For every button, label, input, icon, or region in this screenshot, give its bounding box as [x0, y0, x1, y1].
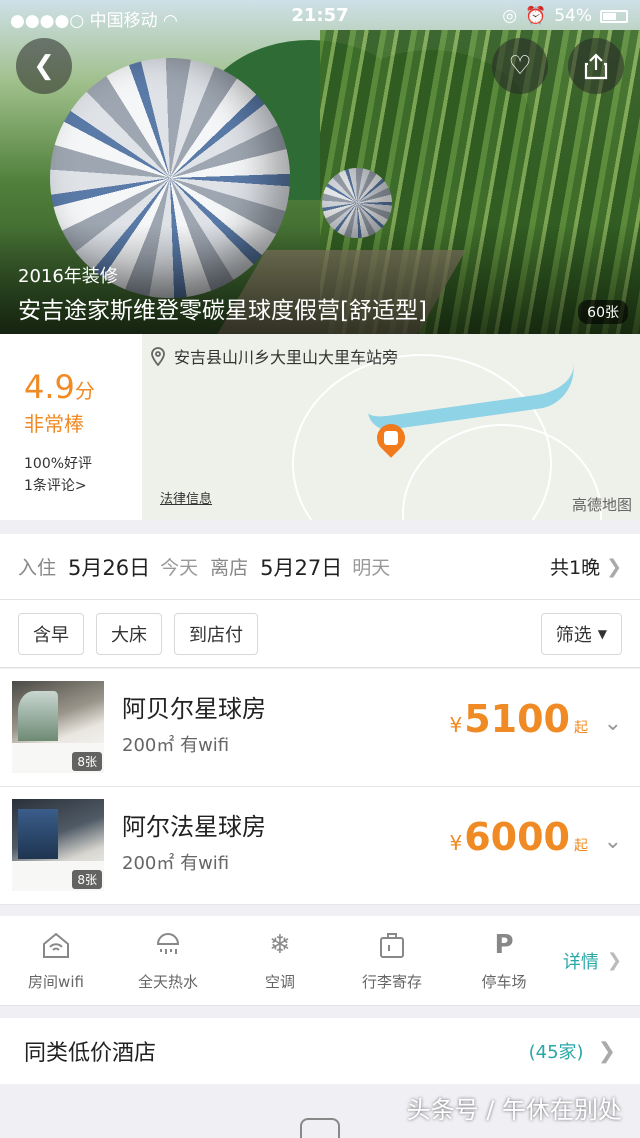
chevron-left-icon: ❮ — [33, 51, 55, 81]
chevron-right-icon: ❯ — [606, 555, 622, 578]
filter-breakfast[interactable]: 含早 — [18, 612, 84, 655]
room-name: 阿尔法星球房 — [122, 813, 266, 841]
chevron-right-icon: ❯ — [597, 1038, 616, 1064]
chevron-down-icon: ▼ — [597, 626, 607, 641]
battery-icon — [600, 9, 628, 23]
amenity-wifi: 房间wifi — [0, 929, 112, 992]
similar-hotels-count: (45家) — [528, 1042, 584, 1063]
renovation-year: 2016年装修 — [18, 266, 118, 287]
room-name: 阿贝尔星球房 — [122, 695, 266, 723]
status-bar: ●●●●○ 中国移动 ◠ 21:57 ◎ ⏰ 54% — [0, 0, 640, 34]
parking-icon: P — [494, 930, 514, 960]
amenity-hot-water: 全天热水 — [112, 929, 224, 992]
room-item[interactable]: 8张 阿贝尔星球房 200㎡ 有wifi ¥5100 起 ⌄ — [0, 669, 640, 787]
house-wifi-icon — [40, 929, 72, 961]
rating-label: 非常棒 — [24, 412, 84, 436]
checkin-day: 今天 — [160, 557, 199, 579]
address: 安吉县山川乡大里山大里车站旁 — [150, 344, 398, 368]
location-pin-icon — [151, 347, 165, 366]
hotel-name: 安吉途家斯维登零碳星球度假营[舒适型] — [18, 298, 427, 324]
luggage-icon — [376, 929, 408, 961]
checkin-date: 5月26日 — [68, 555, 151, 580]
room-photo-count: 8张 — [72, 752, 102, 771]
nights-count[interactable]: 共1晚 ❯ — [550, 553, 622, 580]
room-photo[interactable]: 8张 — [12, 799, 104, 891]
map-view[interactable]: 安吉县山川乡大里山大里车站旁 法律信息 高德地图 — [142, 334, 640, 520]
share-icon — [584, 53, 608, 80]
rating-panel[interactable]: 4.9分 非常棒 100%好评 1条评论> — [0, 334, 142, 520]
room-price: ¥5100 起 — [449, 697, 589, 741]
similar-hotels-row[interactable]: 同类低价酒店 (45家) ❯ — [0, 1018, 640, 1084]
photo-count-badge[interactable]: 60张 — [578, 300, 628, 324]
filter-bar: 含早 大床 到店付 筛选 ▼ — [0, 600, 640, 668]
checkin-label: 入住 — [18, 557, 57, 579]
share-button[interactable] — [568, 38, 624, 94]
heart-icon: ♡ — [508, 51, 532, 81]
amenity-ac: ❄ 空调 — [264, 930, 295, 991]
shower-icon — [152, 929, 184, 961]
filter-big-bed[interactable]: 大床 — [96, 612, 162, 655]
map-provider: 高德地图 — [571, 496, 632, 514]
alarm-icon: ⏰ — [525, 6, 547, 26]
filter-dropdown[interactable]: 筛选 ▼ — [540, 612, 622, 655]
rating-score: 4.9分 — [24, 368, 95, 406]
back-button[interactable]: ❮ — [16, 38, 72, 94]
amenities-details-link[interactable]: 详情 ❯ — [563, 948, 622, 974]
amenities-bar[interactable]: 房间wifi 全天热水 ❄ 空调 行李寄存 P 停车场 详情 ❯ — [0, 916, 640, 1006]
watermark: 头条号 / 午休在别处 — [406, 1096, 622, 1124]
favorite-button[interactable]: ♡ — [492, 38, 548, 94]
checkout-date: 5月27日 — [260, 555, 343, 580]
room-photo[interactable]: 8张 — [12, 681, 104, 773]
amenity-luggage: 行李寄存 — [336, 929, 448, 992]
positive-rate: 100%好评 — [24, 456, 93, 472]
amenity-parking: P 停车场 — [481, 930, 527, 991]
hero-photo[interactable]: ❮ ♡ 2016年装修 安吉途家斯维登零碳星球度假营[舒适型] 60张 — [0, 0, 640, 334]
checkout-day: 明天 — [352, 557, 391, 579]
checkout-label: 离店 — [210, 557, 249, 579]
room-desc: 200㎡ 有wifi — [122, 853, 230, 874]
room-item[interactable]: 8张 阿尔法星球房 200㎡ 有wifi ¥6000 起 ⌄ — [0, 787, 640, 905]
date-selector[interactable]: 入住 5月26日 今天 离店 5月27日 明天 共1晚 ❯ — [0, 534, 640, 600]
chevron-down-icon[interactable]: ⌄ — [604, 829, 622, 854]
chevron-right-icon: ❯ — [606, 950, 622, 971]
snowflake-icon: ❄ — [269, 930, 291, 960]
battery-percent: 54% — [554, 6, 592, 26]
info-section: 4.9分 非常棒 100%好评 1条评论> 安吉县山川乡大里山大里车站旁 法律信… — [0, 334, 640, 520]
room-price: ¥6000 起 — [449, 815, 589, 859]
filter-pay-at-hotel[interactable]: 到店付 — [174, 612, 258, 655]
rotation-lock-icon: ◎ — [502, 6, 518, 26]
legal-info-link[interactable]: 法律信息 — [160, 488, 212, 507]
review-link[interactable]: 1条评论> — [24, 475, 142, 495]
room-desc: 200㎡ 有wifi — [122, 735, 230, 756]
similar-hotels-label: 同类低价酒店 — [24, 1041, 157, 1066]
chevron-down-icon[interactable]: ⌄ — [604, 711, 622, 736]
bottom-tab-icon[interactable] — [300, 1118, 340, 1138]
room-photo-count: 8张 — [72, 870, 102, 889]
